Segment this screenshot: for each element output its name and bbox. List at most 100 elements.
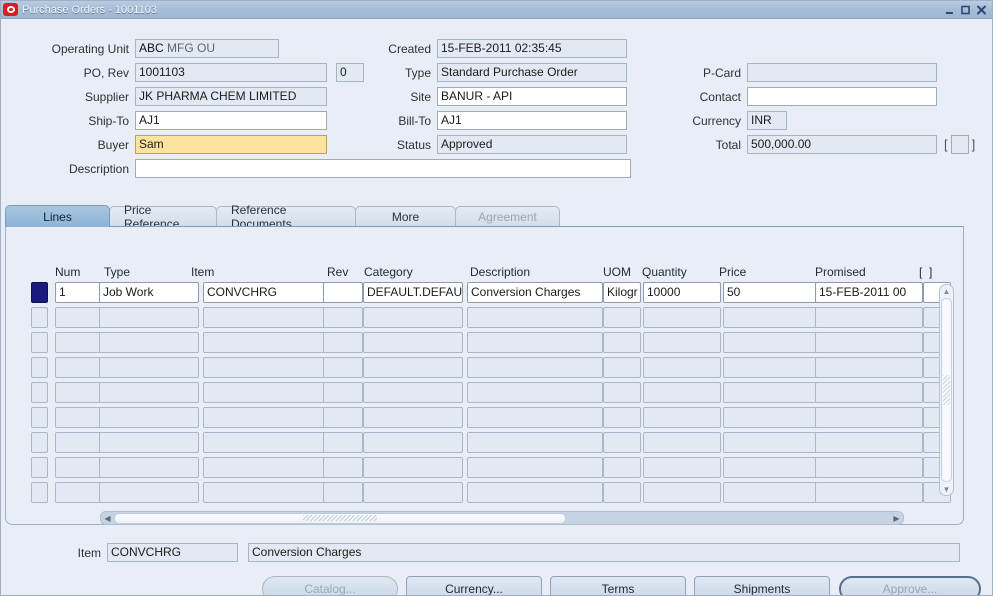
contact-field[interactable]: [747, 87, 937, 106]
cell-quantity[interactable]: [643, 407, 721, 428]
record-indicator[interactable]: [31, 382, 48, 403]
tab-price-reference[interactable]: Price Reference: [109, 203, 217, 231]
header-descriptive-flexfield[interactable]: [ ]: [944, 135, 975, 154]
cell-rev[interactable]: [323, 432, 363, 453]
cell-description[interactable]: [467, 357, 603, 378]
cell-rev[interactable]: [323, 457, 363, 478]
cell-description[interactable]: [467, 307, 603, 328]
flex-box[interactable]: [950, 135, 969, 154]
record-indicator[interactable]: [31, 482, 48, 503]
cell-quantity[interactable]: [643, 307, 721, 328]
cell-type[interactable]: [99, 357, 199, 378]
cell-category[interactable]: [363, 357, 463, 378]
cell-quantity[interactable]: [643, 332, 721, 353]
scroll-up-icon[interactable]: ▲: [940, 285, 953, 297]
total-field[interactable]: 500,000.00: [747, 135, 937, 154]
cell-category[interactable]: [363, 382, 463, 403]
record-indicator[interactable]: [31, 332, 48, 353]
cell-category[interactable]: [363, 432, 463, 453]
currency-button[interactable]: Currency...: [406, 576, 542, 595]
cell-quantity[interactable]: [643, 357, 721, 378]
cell-rev[interactable]: [323, 307, 363, 328]
cell-uom[interactable]: [603, 307, 641, 328]
cell-rev[interactable]: [323, 407, 363, 428]
cell-type[interactable]: [99, 407, 199, 428]
p-card-field[interactable]: [747, 63, 937, 82]
cell-description[interactable]: Conversion Charges: [467, 282, 603, 303]
cell-type[interactable]: [99, 432, 199, 453]
cell-category[interactable]: [363, 457, 463, 478]
cell-promised[interactable]: [815, 357, 923, 378]
vertical-scroll-track[interactable]: [941, 298, 952, 482]
terms-button[interactable]: Terms: [550, 576, 686, 595]
cell-promised[interactable]: 15-FEB-2011 00: [815, 282, 923, 303]
bill-to-field[interactable]: AJ1: [437, 111, 627, 130]
record-indicator[interactable]: [31, 432, 48, 453]
currency-field[interactable]: INR: [747, 111, 787, 130]
cell-description[interactable]: [467, 407, 603, 428]
tab-more[interactable]: More: [355, 206, 456, 227]
scroll-down-icon[interactable]: ▼: [940, 483, 953, 495]
cell-description[interactable]: [467, 382, 603, 403]
cell-category[interactable]: [363, 482, 463, 503]
cell-uom[interactable]: [603, 407, 641, 428]
scroll-right-icon[interactable]: ▶: [890, 512, 903, 524]
cell-rev[interactable]: [323, 282, 363, 303]
cell-uom[interactable]: [603, 432, 641, 453]
cell-category[interactable]: [363, 307, 463, 328]
record-indicator[interactable]: [31, 282, 48, 303]
lines-horizontal-scrollbar[interactable]: ◀ ▶: [100, 511, 904, 525]
shipments-button[interactable]: Shipments: [694, 576, 830, 595]
cell-category[interactable]: [363, 407, 463, 428]
cell-uom[interactable]: [603, 457, 641, 478]
maximize-icon[interactable]: [959, 4, 972, 16]
record-indicator[interactable]: [31, 457, 48, 478]
po-number-field[interactable]: 1001103: [135, 63, 327, 82]
cell-quantity[interactable]: [643, 432, 721, 453]
cell-uom[interactable]: [603, 482, 641, 503]
cell-type[interactable]: [99, 482, 199, 503]
created-field[interactable]: 15-FEB-2011 02:35:45: [437, 39, 627, 58]
site-field[interactable]: BANUR - API: [437, 87, 627, 106]
vertical-scroll-thumb[interactable]: [943, 375, 950, 405]
cell-promised[interactable]: [815, 482, 923, 503]
cell-uom[interactable]: Kilogr: [603, 282, 641, 303]
cell-quantity[interactable]: [643, 457, 721, 478]
cell-description[interactable]: [467, 432, 603, 453]
operating-unit-field[interactable]: ABC MFG OU: [135, 39, 279, 58]
minimize-icon[interactable]: [943, 4, 956, 16]
cell-description[interactable]: [467, 482, 603, 503]
cell-rev[interactable]: [323, 332, 363, 353]
status-field[interactable]: Approved: [437, 135, 627, 154]
cell-category[interactable]: [363, 332, 463, 353]
cell-promised[interactable]: [815, 382, 923, 403]
cell-promised[interactable]: [815, 407, 923, 428]
cell-rev[interactable]: [323, 482, 363, 503]
scroll-left-icon[interactable]: ◀: [101, 512, 114, 524]
ship-to-field[interactable]: AJ1: [135, 111, 327, 130]
cell-uom[interactable]: [603, 382, 641, 403]
cell-type[interactable]: [99, 307, 199, 328]
cell-description[interactable]: [467, 332, 603, 353]
supplier-field[interactable]: JK PHARMA CHEM LIMITED: [135, 87, 327, 106]
cell-type[interactable]: [99, 332, 199, 353]
cell-quantity[interactable]: [643, 482, 721, 503]
cell-promised[interactable]: [815, 332, 923, 353]
cell-category[interactable]: DEFAULT.DEFAU: [363, 282, 463, 303]
cell-promised[interactable]: [815, 432, 923, 453]
cell-type[interactable]: Job Work: [99, 282, 199, 303]
description-field[interactable]: [135, 159, 631, 178]
cell-uom[interactable]: [603, 332, 641, 353]
tab-reference-documents[interactable]: Reference Documents: [216, 203, 356, 231]
record-indicator[interactable]: [31, 307, 48, 328]
cell-uom[interactable]: [603, 357, 641, 378]
close-icon[interactable]: [975, 4, 988, 16]
tab-lines[interactable]: Lines: [5, 205, 110, 227]
cell-rev[interactable]: [323, 382, 363, 403]
item-field[interactable]: CONVCHRG: [107, 543, 238, 562]
cell-promised[interactable]: [815, 457, 923, 478]
lines-vertical-scrollbar[interactable]: ▲ ▼: [939, 284, 954, 496]
cell-quantity[interactable]: 10000: [643, 282, 721, 303]
record-indicator[interactable]: [31, 407, 48, 428]
cell-description[interactable]: [467, 457, 603, 478]
